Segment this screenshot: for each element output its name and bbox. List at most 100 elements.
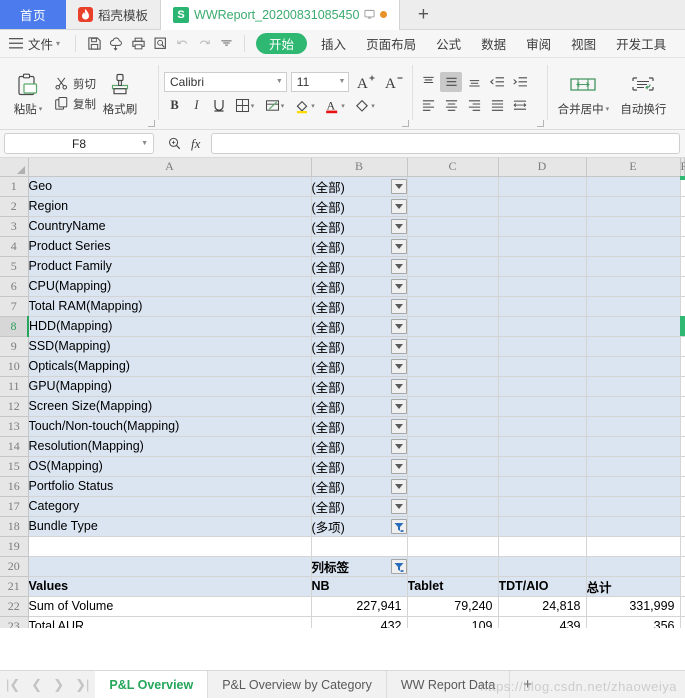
cell-f10[interactable] [680, 356, 685, 377]
cloud-sync-icon[interactable] [105, 33, 127, 54]
cell-d17[interactable] [498, 496, 587, 517]
paste-button[interactable]: 粘贴 ▾ [5, 61, 51, 126]
wrap-text-button[interactable]: 自动换行 [615, 61, 672, 126]
cell-b23[interactable]: 432 [311, 616, 408, 628]
cell-d8[interactable] [498, 316, 587, 337]
cell-b2[interactable]: (全部) [311, 196, 408, 217]
cell-c10[interactable] [407, 356, 499, 377]
cell-e9[interactable] [586, 336, 681, 357]
next-sheet-icon[interactable]: ❯ [53, 677, 64, 693]
cell-e11[interactable] [586, 376, 681, 397]
cell-f20[interactable] [680, 556, 685, 577]
row-header-19[interactable]: 19 [0, 536, 29, 557]
sheet-tab-pl-overview[interactable]: P&L Overview [95, 671, 209, 698]
print-icon[interactable] [127, 33, 149, 54]
cell-e4[interactable] [586, 236, 681, 257]
font-size-select[interactable]: 11 ▼ [290, 71, 350, 92]
cell-b7[interactable]: (全部) [311, 296, 408, 317]
cell-d14[interactable] [498, 436, 587, 457]
pivot-filter-button[interactable] [390, 378, 406, 394]
cell-c21[interactable]: Tablet [407, 576, 499, 597]
cell-f19[interactable] [680, 536, 685, 557]
print-preview-icon[interactable] [149, 33, 171, 54]
cell-d9[interactable] [498, 336, 587, 357]
clear-format-button[interactable]: ▾ [350, 96, 379, 116]
cell-e18[interactable] [586, 516, 681, 537]
cell-f9[interactable] [680, 336, 685, 357]
cell-f7[interactable] [680, 296, 685, 317]
cell-d16[interactable] [498, 476, 587, 497]
pivot-filter-button[interactable] [390, 358, 406, 374]
align-middle-button[interactable] [440, 72, 462, 92]
cell-b6[interactable]: (全部) [311, 276, 408, 297]
cell-e7[interactable] [586, 296, 681, 317]
decrease-indent-button[interactable] [486, 72, 508, 92]
row-header-3[interactable]: 3 [0, 216, 29, 237]
cell-a15[interactable]: OS(Mapping) [28, 456, 312, 477]
cell-a14[interactable]: Resolution(Mapping) [28, 436, 312, 457]
cell-b19[interactable] [311, 536, 408, 557]
cell-d3[interactable] [498, 216, 587, 237]
cell-a11[interactable]: GPU(Mapping) [28, 376, 312, 397]
cell-e22[interactable]: 331,999 [586, 596, 681, 617]
cell-e10[interactable] [586, 356, 681, 377]
cell-e3[interactable] [586, 216, 681, 237]
cell-c15[interactable] [407, 456, 499, 477]
cell-d6[interactable] [498, 276, 587, 297]
search-formula-icon[interactable] [167, 136, 182, 151]
row-header-20[interactable]: 20 [0, 556, 29, 577]
undo-icon[interactable] [171, 33, 193, 54]
cell-d23[interactable]: 439 [498, 616, 587, 628]
cell-d20[interactable] [498, 556, 587, 577]
cell-e1[interactable] [586, 176, 681, 197]
ribbon-tab-page-layout[interactable]: 页面布局 [356, 30, 426, 58]
cell-c13[interactable] [407, 416, 499, 437]
cell-a7[interactable]: Total RAM(Mapping) [28, 296, 312, 317]
cell-b12[interactable]: (全部) [311, 396, 408, 417]
cell-d1[interactable] [498, 176, 587, 197]
align-right-button[interactable] [463, 95, 485, 115]
cell-f14[interactable] [680, 436, 685, 457]
cell-e6[interactable] [586, 276, 681, 297]
cell-b13[interactable]: (全部) [311, 416, 408, 437]
cell-c23[interactable]: 109 [407, 616, 499, 628]
cell-a17[interactable]: Category [28, 496, 312, 517]
row-header-12[interactable]: 12 [0, 396, 29, 417]
cell-c5[interactable] [407, 256, 499, 277]
pivot-filter-button[interactable] [390, 238, 406, 254]
cell-f16[interactable] [680, 476, 685, 497]
cell-c16[interactable] [407, 476, 499, 497]
cell-a1[interactable]: Geo [28, 176, 312, 197]
borders-button[interactable]: ▾ [230, 96, 259, 116]
row-header-11[interactable]: 11 [0, 376, 29, 397]
column-header-d[interactable]: D [498, 158, 587, 177]
cell-e15[interactable] [586, 456, 681, 477]
row-header-1[interactable]: 1 [0, 176, 29, 197]
italic-button[interactable]: I [186, 96, 207, 116]
cell-e2[interactable] [586, 196, 681, 217]
cell-d19[interactable] [498, 536, 587, 557]
cell-b14[interactable]: (全部) [311, 436, 408, 457]
tab-home[interactable]: 首页 [0, 0, 66, 29]
cell-f23[interactable] [680, 616, 685, 628]
cell-f5[interactable] [680, 256, 685, 277]
pivot-filter-button[interactable] [390, 258, 406, 274]
cell-f11[interactable] [680, 376, 685, 397]
cell-c3[interactable] [407, 216, 499, 237]
cut-button[interactable]: 剪切 [51, 75, 99, 93]
cell-b21[interactable]: NB [311, 576, 408, 597]
tab-document-wwreport[interactable]: S WWReport_20200831085450 [161, 0, 401, 30]
cell-d22[interactable]: 24,818 [498, 596, 587, 617]
cell-c9[interactable] [407, 336, 499, 357]
row-header-22[interactable]: 22 [0, 596, 29, 617]
pivot-filter-button[interactable] [390, 298, 406, 314]
cell-e20[interactable] [586, 556, 681, 577]
cell-f6[interactable] [680, 276, 685, 297]
pivot-filter-button[interactable] [390, 438, 406, 454]
cell-d15[interactable] [498, 456, 587, 477]
cell-e16[interactable] [586, 476, 681, 497]
cell-a13[interactable]: Touch/Non-touch(Mapping) [28, 416, 312, 437]
ribbon-tab-review[interactable]: 审阅 [516, 30, 561, 58]
bold-button[interactable]: B [164, 96, 185, 116]
tab-template-store[interactable]: 稻壳模板 [66, 0, 162, 29]
